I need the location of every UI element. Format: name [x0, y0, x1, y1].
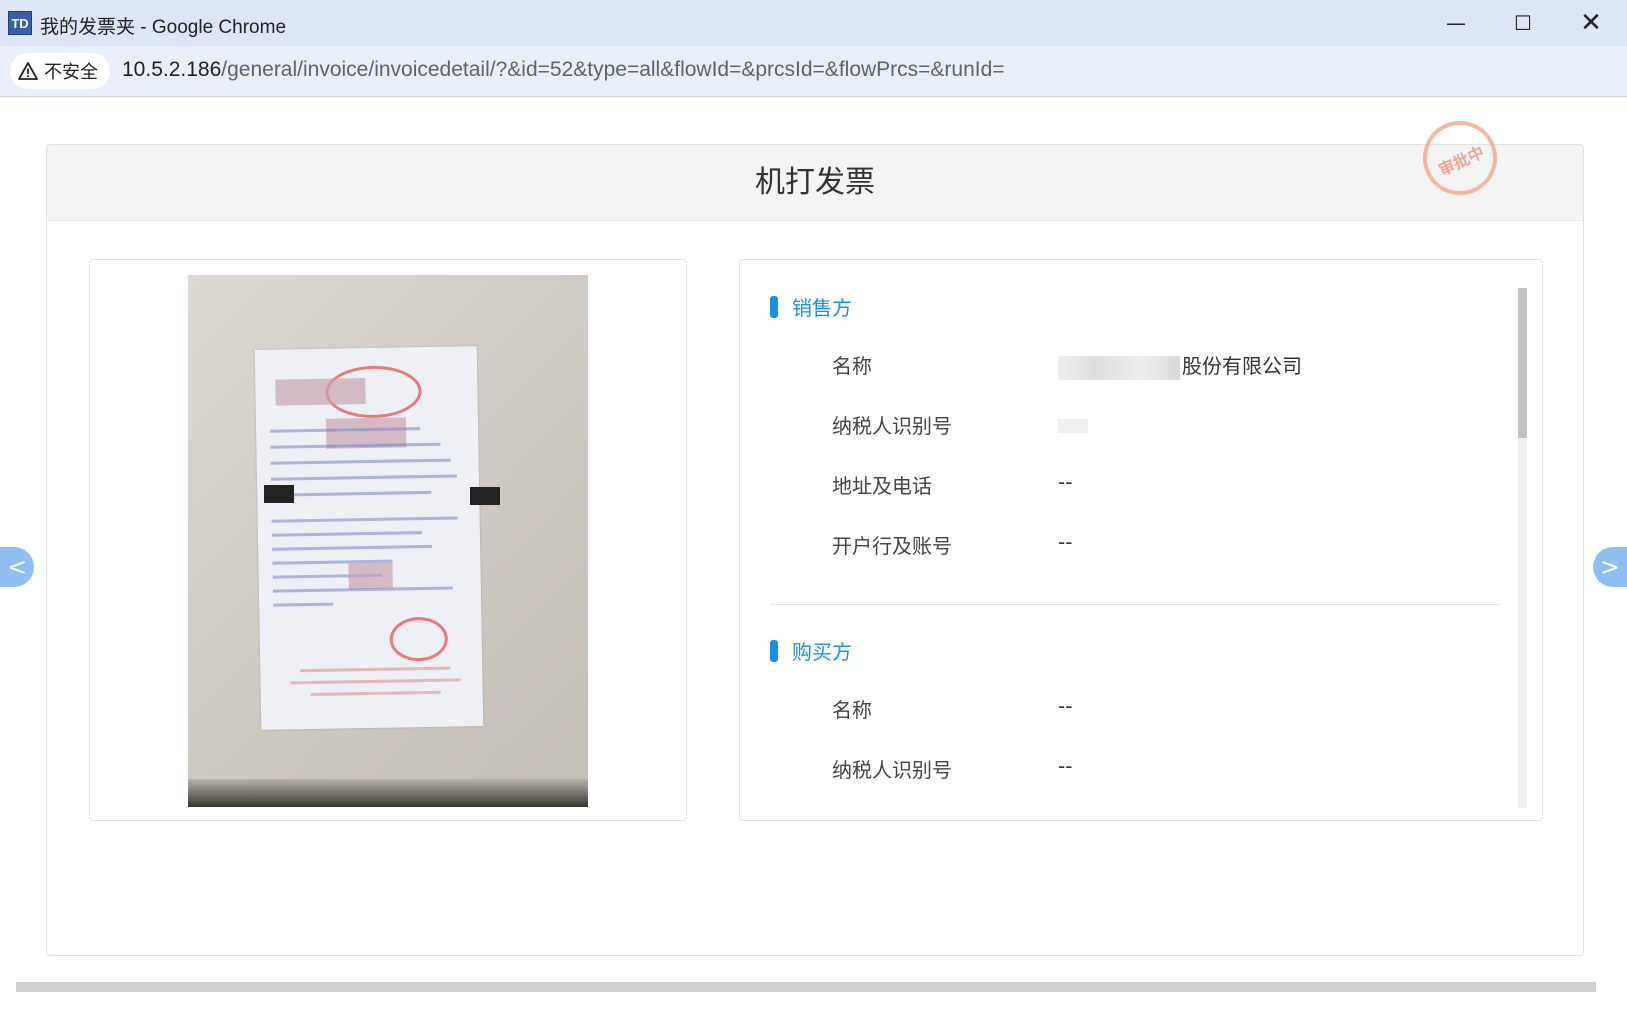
previous-invoice-button[interactable]: < [0, 547, 34, 587]
seller-bank-label: 开户行及账号 [832, 534, 952, 558]
receipt-text-line [271, 531, 422, 537]
redacted-text [1058, 418, 1088, 433]
redaction-block [348, 562, 393, 590]
receipt-text-line [272, 586, 453, 593]
url-path: /general/invoice/invoicedetail/?&id=52&t… [221, 58, 1005, 81]
seller-tax-id-value [1058, 412, 1088, 436]
seller-name-text: 股份有限公司 [1182, 354, 1302, 378]
page-viewport: 机打发票 销售方 名称 股份有限公司 纳税人识别号 地址及电话 -- 开户行及账… [0, 97, 1627, 1010]
photo-shadow [188, 779, 588, 807]
receipt-clip-left [264, 485, 294, 503]
invoice-card: 机打发票 销售方 名称 股份有限公司 纳税人识别号 地址及电话 -- 开户行及账… [46, 144, 1584, 956]
receipt-text-line [271, 490, 432, 497]
redacted-text [1058, 355, 1180, 380]
seller-heading-label: 销售方 [792, 296, 852, 320]
window-titlebar: TD 我的发票夹 - Google Chrome — ☐ ✕ [0, 0, 1627, 47]
url-host: 10.5.2.186 [122, 58, 222, 81]
seller-address-label: 地址及电话 [832, 474, 932, 498]
receipt-footer-line [310, 690, 441, 697]
url-field[interactable]: 10.5.2.186/general/invoice/invoicedetail… [122, 58, 1005, 82]
invoice-info-panel: 销售方 名称 股份有限公司 纳税人识别号 地址及电话 -- 开户行及账号 -- … [739, 259, 1543, 821]
buyer-tax-id-value: -- [1058, 754, 1073, 778]
buyer-name-label: 名称 [832, 698, 872, 722]
receipt-image [254, 346, 484, 730]
receipt-clip-right [470, 487, 500, 505]
page-title: 机打发票 [47, 145, 1583, 221]
red-stamp-bottom [389, 616, 449, 662]
seller-name-value: 股份有限公司 [1058, 350, 1302, 380]
address-bar: 不安全 10.5.2.186/general/invoice/invoicede… [0, 46, 1627, 97]
security-label: 不安全 [44, 62, 98, 83]
minimize-button[interactable]: — [1423, 0, 1489, 46]
app-logo-icon: TD [8, 11, 32, 35]
section-marker [770, 639, 778, 662]
horizontal-scrollbar[interactable] [16, 982, 1596, 992]
buyer-section-heading: 购买方 [770, 636, 852, 665]
buyer-heading-label: 购买方 [792, 640, 852, 664]
receipt-footer-line [300, 666, 451, 673]
seller-tax-id-label: 纳税人识别号 [832, 414, 952, 438]
section-divider [770, 604, 1500, 605]
receipt-text-line [273, 602, 334, 607]
seller-address-value: -- [1058, 470, 1073, 494]
receipt-footer-line [290, 678, 461, 685]
scrollbar-thumb[interactable] [1518, 288, 1527, 438]
seller-bank-value: -- [1058, 530, 1073, 554]
info-scrollbar[interactable] [1518, 288, 1527, 808]
warning-icon [18, 62, 38, 80]
invoice-image-panel [89, 259, 687, 821]
window-title: 我的发票夹 - Google Chrome [40, 17, 287, 38]
receipt-text-line [272, 544, 433, 551]
receipt-text-line [270, 474, 457, 481]
section-marker [770, 295, 778, 318]
next-invoice-button[interactable]: > [1593, 547, 1627, 587]
close-button[interactable]: ✕ [1558, 0, 1624, 46]
security-indicator[interactable]: 不安全 [10, 53, 110, 89]
receipt-text-line [270, 458, 451, 465]
receipt-text-line [271, 516, 458, 523]
buyer-name-value: -- [1058, 694, 1073, 718]
invoice-photo[interactable] [188, 275, 588, 807]
seller-name-label: 名称 [832, 354, 872, 378]
maximize-button[interactable]: ☐ [1490, 0, 1556, 46]
redaction-block [275, 378, 366, 406]
buyer-tax-id-label: 纳税人识别号 [832, 758, 952, 782]
seller-section-heading: 销售方 [770, 292, 852, 321]
